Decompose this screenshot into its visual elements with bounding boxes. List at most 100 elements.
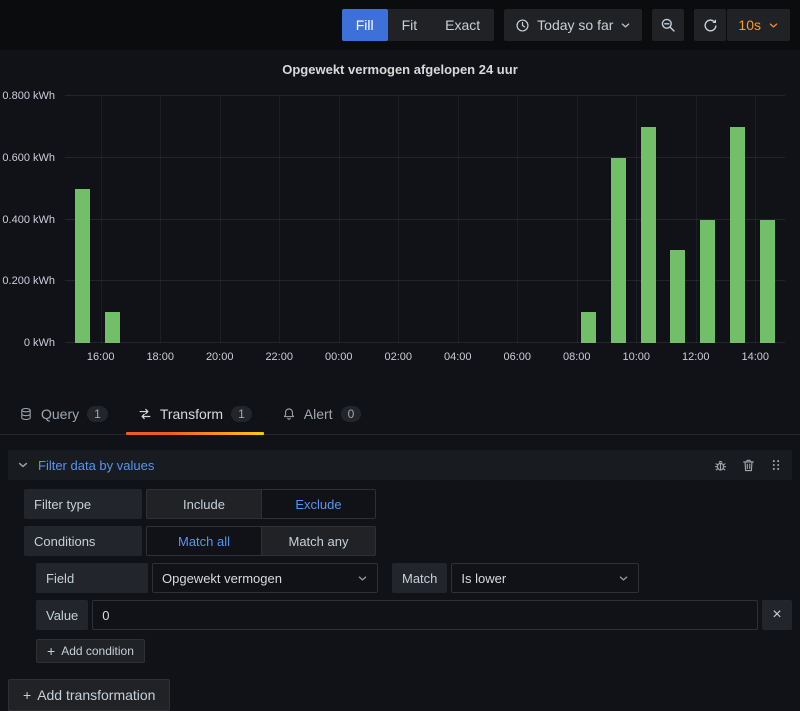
tab-query[interactable]: Query 1 — [4, 394, 123, 434]
remove-condition-button[interactable]: × — [762, 600, 792, 630]
y-axis-label: 0.400 kWh — [2, 213, 55, 226]
field-select-value: Opgewekt vermogen — [162, 570, 282, 586]
tab-transform-count: 1 — [231, 406, 252, 422]
plus-icon: + — [47, 643, 56, 659]
transformation-options-form: Filter type Include Exclude Conditions M… — [8, 480, 792, 663]
transformation-actions — [713, 458, 783, 473]
tab-alert[interactable]: Alert 0 — [267, 394, 376, 434]
field-label: Field — [36, 563, 148, 593]
tab-query-label: Query — [41, 406, 80, 422]
value-row: Value × — [36, 600, 792, 630]
tab-alert-count: 0 — [340, 406, 362, 422]
fill-button[interactable]: Fill — [341, 9, 388, 41]
grid-line-vertical — [517, 96, 519, 343]
transformation-title: Filter data by values — [38, 457, 155, 473]
x-axis-label: 02:00 — [384, 351, 412, 363]
chevron-down-icon — [357, 573, 368, 584]
x-axis-label: 08:00 — [562, 351, 591, 363]
top-toolbar: Fill Fit Exact Today so far 10s — [0, 0, 800, 50]
match-any-option[interactable]: Match any — [261, 527, 375, 555]
match-label: Match — [392, 563, 448, 593]
filter-type-label: Filter type — [24, 489, 142, 519]
grid-line-horizontal — [65, 218, 785, 220]
chevron-down-icon[interactable] — [17, 459, 29, 471]
x-axis-label: 10:00 — [622, 351, 650, 363]
refresh-interval-button[interactable]: 10s — [727, 9, 790, 41]
match-select-value: Is lower — [461, 570, 507, 586]
grid-line-vertical — [636, 96, 638, 343]
debug-bug-icon[interactable] — [713, 458, 728, 473]
filter-type-row: Filter type Include Exclude — [24, 489, 792, 519]
conditions-label: Conditions — [24, 526, 142, 556]
conditions-row: Conditions Match all Match any — [24, 526, 792, 556]
x-axis-label: 12:00 — [681, 351, 710, 363]
grid-line-vertical — [755, 96, 757, 343]
exclude-option[interactable]: Exclude — [261, 490, 375, 518]
fit-button[interactable]: Fit — [388, 9, 432, 41]
plus-icon: + — [23, 687, 32, 703]
match-all-option[interactable]: Match all — [147, 527, 261, 555]
time-range-picker[interactable]: Today so far — [504, 9, 643, 41]
trash-icon[interactable] — [741, 458, 756, 473]
chart-panel: Opgewekt vermogen afgelopen 24 uur 0 kWh… — [0, 50, 800, 388]
value-label: Value — [36, 600, 89, 630]
y-axis-label: 0.800 kWh — [2, 90, 55, 102]
grid-line-vertical — [695, 96, 697, 343]
y-axis-label: 0 kWh — [23, 337, 55, 349]
conditions-radio-group: Match all Match any — [146, 526, 376, 556]
x-axis-label: 22:00 — [265, 351, 293, 363]
tab-query-count: 1 — [87, 406, 108, 422]
add-condition-label: Add condition — [61, 644, 134, 658]
add-condition-button[interactable]: + Add condition — [36, 639, 145, 663]
value-input[interactable] — [92, 600, 758, 630]
grid-line-vertical — [338, 96, 340, 343]
grafana-panel-editor: Fill Fit Exact Today so far 10s Opgewekt… — [0, 0, 800, 711]
chart-bar — [610, 157, 626, 343]
clock-icon — [515, 18, 530, 33]
zoom-out-button[interactable] — [652, 9, 685, 41]
close-icon: × — [772, 606, 782, 623]
panel-size-mode-group: Fill Fit Exact — [341, 9, 495, 41]
grid-line-vertical — [100, 96, 102, 343]
editor-tabs: Query 1 Transform 1 Alert 0 — [0, 394, 800, 435]
grid-line-vertical — [160, 96, 162, 343]
refresh-picker: 10s — [694, 9, 790, 41]
chart-plot-area: 0 kWh 0.200 kWh 0.400 kWh 0.600 kWh 0.800 kW… — [2, 90, 785, 363]
chart-bar — [105, 312, 121, 343]
field-select[interactable]: Opgewekt vermogen — [152, 563, 378, 593]
y-axis-label: 0.600 kWh — [2, 151, 55, 164]
chart-bar — [640, 126, 656, 343]
transform-editor: Filter data by values Filter type Includ… — [0, 435, 800, 663]
grid-line-vertical — [576, 96, 578, 343]
drag-handle-icon[interactable] — [769, 458, 783, 473]
chart-bar — [670, 250, 686, 343]
match-select[interactable]: Is lower — [451, 563, 640, 593]
chevron-down-icon — [768, 20, 779, 31]
database-icon — [19, 407, 33, 421]
grid-line-vertical — [219, 96, 221, 343]
add-transformation-label: Add transformation — [37, 687, 156, 703]
chart-bar — [759, 219, 775, 343]
tab-transform[interactable]: Transform 1 — [123, 394, 267, 435]
panel-title: Opgewekt vermogen afgelopen 24 uur — [282, 62, 518, 77]
tab-alert-label: Alert — [303, 406, 333, 422]
exact-button[interactable]: Exact — [431, 9, 494, 41]
x-axis-label: 04:00 — [443, 351, 472, 363]
grid-line-vertical — [457, 96, 459, 343]
grid-line-horizontal — [65, 156, 785, 158]
add-transformation-button[interactable]: + Add transformation — [8, 679, 171, 711]
refresh-button[interactable] — [694, 9, 727, 41]
x-axis-label: 06:00 — [503, 351, 531, 363]
field-row: Field Opgewekt vermogen Match Is lower — [36, 563, 792, 593]
bar-chart: 0 kWh 0.200 kWh 0.400 kWh 0.600 kWh 0.800 kW… — [0, 88, 800, 388]
include-option[interactable]: Include — [147, 490, 261, 518]
x-axis-label: 20:00 — [205, 351, 234, 363]
x-axis-label: 18:00 — [146, 351, 174, 363]
transform-icon — [138, 407, 152, 421]
grid-line-vertical — [279, 96, 281, 343]
transformation-header[interactable]: Filter data by values — [8, 450, 792, 480]
chart-bar — [75, 188, 91, 343]
filter-type-radio-group: Include Exclude — [146, 489, 376, 519]
bell-icon — [282, 407, 296, 421]
zoom-out-icon — [660, 17, 676, 33]
